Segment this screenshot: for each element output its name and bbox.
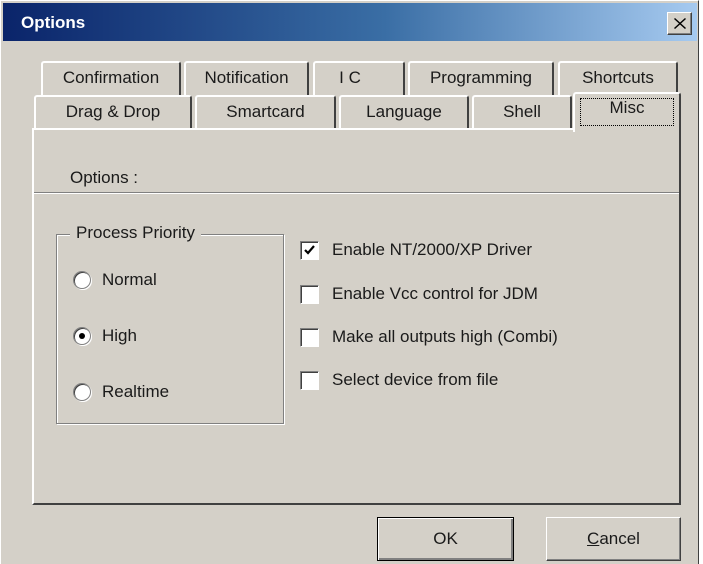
checkbox-label: Enable NT/2000/XP Driver	[332, 240, 533, 259]
radio-label: High	[102, 326, 137, 345]
radio-button[interactable]	[73, 271, 91, 289]
tab-label: Shortcuts	[582, 68, 654, 87]
checkbox-label: Make all outputs high (Combi)	[332, 327, 558, 346]
cancel-label: ancel	[599, 529, 640, 548]
title-bar: Options	[3, 3, 697, 41]
radio-button[interactable]	[73, 383, 91, 401]
tab-smartcard[interactable]: Smartcard	[195, 95, 336, 129]
misc-tab-panel: Options : Process Priority Normal High R…	[32, 128, 681, 505]
tab-notification[interactable]: Notification	[184, 61, 309, 95]
section-divider	[34, 192, 679, 194]
tab-label: Misc	[609, 98, 645, 117]
close-button[interactable]	[667, 12, 692, 35]
options-dialog: Options Confirmation Notification I C Pr…	[0, 0, 699, 564]
tab-shell[interactable]: Shell	[472, 95, 572, 129]
checkbox-box[interactable]	[300, 371, 319, 390]
tab-label: I C	[339, 68, 361, 87]
checkbox-label: Select device from file	[332, 370, 499, 389]
tab-i2c[interactable]: I C	[313, 61, 405, 95]
tab-label: Drag & Drop	[65, 102, 161, 121]
tab-label: Confirmation	[62, 68, 160, 87]
radio-label: Normal	[102, 270, 157, 289]
tab-programming[interactable]: Programming	[408, 61, 554, 95]
process-priority-label: Process Priority	[70, 223, 202, 243]
tab-label: Programming	[429, 68, 533, 87]
cancel-accelerator: C	[587, 529, 600, 548]
checkbox-box[interactable]	[300, 328, 319, 347]
tab-language[interactable]: Language	[339, 95, 469, 129]
radio-label: Realtime	[102, 382, 170, 401]
options-section-label: Options :	[70, 168, 139, 187]
close-icon	[674, 18, 686, 29]
ok-label: OK	[433, 529, 458, 548]
tab-confirmation[interactable]: Confirmation	[41, 61, 181, 95]
tab-label: Smartcard	[226, 102, 305, 121]
process-priority-group: Process Priority Normal High Realtime	[56, 223, 284, 424]
tab-label: Shell	[503, 102, 541, 121]
cancel-button[interactable]: Cancel	[546, 517, 681, 561]
tab-misc[interactable]: Misc	[573, 92, 681, 132]
checkbox-label: Enable Vcc control for JDM	[332, 284, 538, 303]
radio-dot	[79, 333, 85, 339]
window-title: Options	[21, 13, 86, 32]
tab-drag-drop[interactable]: Drag & Drop	[34, 95, 192, 129]
tab-shortcuts[interactable]: Shortcuts	[558, 61, 678, 95]
ok-button[interactable]: OK	[377, 517, 514, 561]
tab-label: Notification	[204, 68, 289, 87]
tab-label: Language	[366, 102, 442, 121]
checkbox-box[interactable]	[300, 241, 319, 260]
radio-button[interactable]	[73, 327, 91, 345]
check-icon	[304, 245, 315, 255]
checkbox-box[interactable]	[300, 285, 319, 304]
